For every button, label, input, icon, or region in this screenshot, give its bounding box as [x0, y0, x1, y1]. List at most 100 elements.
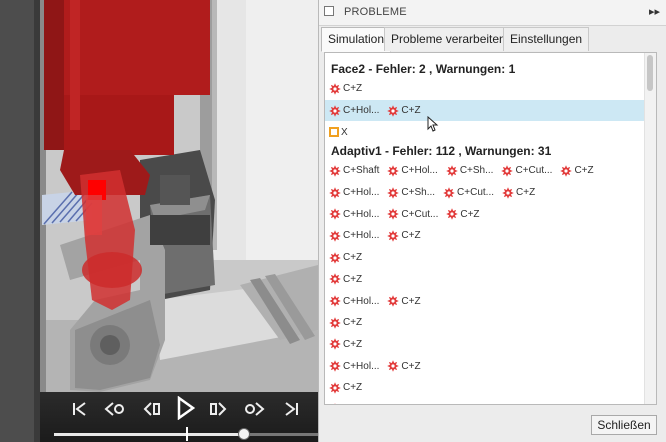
error-icon — [329, 165, 341, 177]
error-icon — [446, 208, 459, 221]
problem-row[interactable]: C+Z — [325, 247, 644, 269]
error-item[interactable]: C+Z — [387, 295, 421, 307]
problem-row[interactable]: C+Z — [325, 334, 644, 356]
play-icon — [177, 396, 195, 420]
tab-einstellungen[interactable]: Einstellungen — [503, 27, 590, 51]
error-item[interactable]: C+Sh... — [387, 186, 436, 199]
problem-label: C+Hol... — [343, 187, 380, 199]
error-item[interactable]: C+Z — [387, 104, 421, 117]
problem-row-selected[interactable]: C+Hol... C+Z — [325, 99, 644, 122]
simulation-viewport[interactable] — [0, 0, 318, 442]
error-item[interactable]: C+Z — [329, 251, 362, 264]
problem-label: C+Z — [343, 382, 363, 394]
error-icon — [329, 83, 341, 95]
error-item[interactable]: C+Hol... — [329, 208, 379, 221]
warning-icon — [329, 127, 339, 138]
error-item[interactable]: C+Shaft — [329, 165, 379, 177]
problem-group-header[interactable]: Face2 - Fehler: 2 , Warnungen: 1 — [325, 61, 644, 78]
warning-item[interactable]: X — [329, 127, 348, 138]
error-item[interactable]: C+Z — [329, 338, 362, 351]
scrollbar-thumb[interactable] — [647, 55, 653, 91]
problem-row[interactable]: X — [325, 121, 644, 143]
machine-scene-illustration — [0, 0, 318, 442]
problem-row[interactable] — [325, 399, 644, 404]
previous-operation-button[interactable] — [103, 398, 127, 420]
play-button[interactable] — [172, 394, 198, 422]
problem-label: C+Sh... — [459, 165, 494, 177]
error-item[interactable]: C+Z — [387, 360, 421, 372]
error-item[interactable]: C+Hol... — [387, 165, 438, 177]
timeline-progress — [54, 433, 245, 436]
error-item[interactable]: C+Z — [446, 208, 480, 221]
problem-label: C+Hol... — [401, 165, 438, 177]
tab-simulation[interactable]: Simulation — [321, 27, 392, 52]
problem-row[interactable]: C+Z — [325, 78, 644, 100]
problems-list-container: Face2 - Fehler: 2 , Warnungen: 1 C+Z C+Hol… — [324, 52, 657, 405]
error-icon — [387, 104, 400, 117]
error-item[interactable]: C+Z — [502, 186, 536, 199]
error-item[interactable]: C+Hol... — [329, 104, 380, 117]
next-operation-button[interactable] — [242, 398, 266, 420]
skip-to-end-button[interactable] — [279, 398, 303, 420]
problem-group-header[interactable]: Adaptiv1 - Fehler: 112 , Warnungen: 31 — [325, 143, 644, 160]
problem-row[interactable]: C+Z — [325, 377, 644, 399]
timeline-slider[interactable] — [54, 427, 318, 441]
problem-row[interactable]: C+Hol... C+Sh... C+Cut... C+Z — [325, 182, 644, 204]
error-item[interactable]: C+Z — [329, 381, 363, 394]
problem-label: C+Hol... — [343, 105, 380, 117]
problem-row[interactable]: C+Hol... C+Cut... C+Z — [325, 203, 644, 225]
error-item[interactable]: C+Z — [329, 316, 362, 329]
error-item[interactable] — [329, 403, 343, 404]
group-name: Face2 — [331, 62, 366, 76]
error-item[interactable]: C+Z — [560, 165, 594, 177]
step-back-button[interactable] — [140, 398, 164, 420]
next-operation-icon — [245, 402, 265, 416]
problem-label: C+Z — [401, 230, 421, 242]
problem-label: C+Sh... — [401, 187, 436, 199]
error-item[interactable]: C+Hol... — [329, 230, 379, 242]
skip-to-start-button[interactable] — [68, 398, 92, 420]
error-item[interactable]: C+Z — [387, 230, 421, 242]
error-item[interactable]: C+Hol... — [329, 295, 379, 307]
problem-row[interactable]: C+Z — [325, 312, 644, 334]
error-item[interactable]: C+Hol... — [329, 186, 380, 199]
problem-label: C+Cut... — [401, 208, 439, 220]
panel-collapse-box[interactable] — [324, 6, 334, 16]
error-icon — [387, 208, 400, 221]
mouse-cursor-icon — [427, 116, 439, 132]
panel-header: PROBLEME ▸▸ — [319, 0, 666, 26]
error-item[interactable]: C+Cut... — [443, 186, 495, 199]
error-item[interactable]: C+Z — [329, 83, 362, 95]
error-icon — [334, 403, 336, 404]
problem-row[interactable]: C+Hol... C+Z — [325, 290, 644, 312]
problem-label: X — [341, 126, 348, 138]
problem-label: C+Cut... — [457, 187, 495, 199]
error-icon — [443, 186, 455, 199]
scrollbar[interactable] — [644, 53, 656, 404]
step-forward-button[interactable] — [206, 398, 230, 420]
error-item[interactable]: C+Hol... — [329, 360, 379, 372]
error-icon — [329, 186, 341, 199]
error-icon — [387, 186, 400, 199]
problem-row[interactable]: C+Z — [325, 269, 644, 291]
step-back-icon — [143, 402, 160, 416]
error-item[interactable]: C+Cut... — [387, 208, 439, 221]
problem-row[interactable]: C+Hol... C+Z — [325, 225, 644, 247]
expand-panel-icon[interactable]: ▸▸ — [649, 5, 660, 18]
problem-label: C+Hol... — [343, 295, 380, 307]
error-item[interactable]: C+Sh... — [446, 165, 494, 177]
group-name: Adaptiv1 — [331, 144, 382, 159]
problem-row[interactable]: C+Hol... C+Z — [325, 355, 644, 377]
error-item[interactable]: C+Z — [329, 273, 362, 286]
panel-title: PROBLEME — [344, 6, 407, 18]
timeline-handle[interactable] — [238, 428, 251, 440]
group-summary: - Fehler: 112 , Warnungen: 31 — [381, 144, 552, 159]
error-item[interactable]: C+Cut... — [501, 165, 552, 177]
problem-label: C+Z — [516, 187, 536, 199]
error-icon — [560, 165, 573, 177]
skip-to-end-icon — [285, 402, 298, 416]
tab-probleme-verarbeiten[interactable]: Probleme verarbeiten — [384, 27, 513, 51]
problem-row[interactable]: C+Shaft C+Hol... C+Sh... C+Cut... C+Z — [325, 160, 644, 182]
close-button[interactable]: Schließen — [591, 415, 657, 435]
group-summary: - Fehler: 2 , Warnungen: 1 — [365, 62, 516, 76]
